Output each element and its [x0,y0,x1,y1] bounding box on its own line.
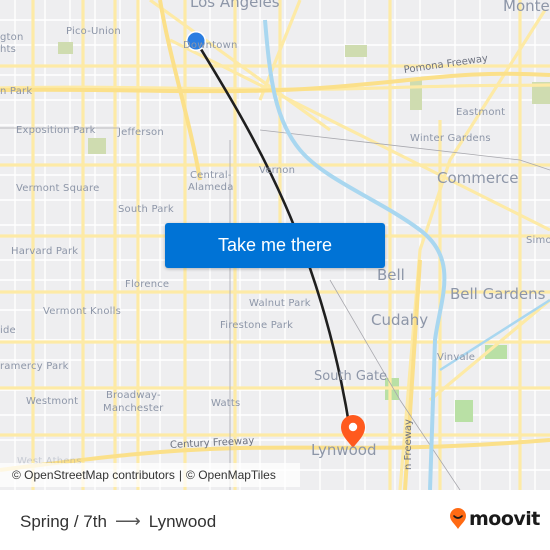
place-label: Eastmont [456,107,506,118]
place-label: Manchester [103,403,164,414]
place-label: Vernon [259,165,296,176]
take-me-there-button[interactable]: Take me there [165,223,385,268]
place-label: Vermont Square [16,183,100,194]
place-label: Exposition Park [16,125,96,136]
place-label: Simo [526,235,550,246]
place-label: Downtown [183,40,238,51]
moovit-wordmark: moovit [469,508,540,530]
place-label: Lynwood [311,441,377,459]
place-label: Watts [211,398,241,409]
map[interactable]: Los Angeles Monte Pico-Union gton hts Do… [0,0,550,490]
attribution-separator: | [178,468,183,482]
place-label: Jefferson [118,127,164,138]
road-label-freeway: n Freeway [403,419,414,470]
place-label: Florence [125,279,170,290]
moovit-logo[interactable]: moovit [449,508,540,530]
place-label: Westmont [26,396,79,407]
place-label: Commerce [437,169,519,187]
place-label: Harvard Park [11,246,79,257]
map-attribution: © OpenStreetMap contributors | © OpenMap… [0,463,300,487]
place-label: South Park [118,204,174,215]
place-label: ide [0,325,16,336]
route-destination: Lynwood [148,511,217,531]
route-summary: Spring / 7th ⟶ Lynwood [20,511,216,532]
place-label: Central- [190,170,232,181]
moovit-pin-icon [450,508,466,529]
place-label: Broadway- [106,390,161,401]
place-label: Bell Gardens [450,285,546,303]
place-label: Alameda [188,182,234,193]
place-label: Cudahy [371,311,429,329]
place-label: Vinvale [437,352,476,363]
place-label: Monte [503,0,550,15]
place-label: South Gate [314,369,388,384]
place-label: gton [0,32,24,43]
place-label: Bell [377,266,405,284]
place-label: n Park [0,86,33,97]
openmaptiles-attribution-link[interactable]: © OpenMapTiles [186,468,276,482]
place-label: Vermont Knolls [43,306,122,317]
place-label: Pico-Union [66,26,121,37]
place-label: hts [0,44,17,55]
place-label: Firestone Park [220,320,294,331]
place-label: Los Angeles [190,0,280,11]
place-label: Walnut Park [249,298,311,309]
place-label: Winter Gardens [410,133,491,144]
place-label: ramercy Park [0,361,69,372]
osm-attribution-link[interactable]: © OpenStreetMap contributors [12,468,175,482]
route-origin: Spring / 7th [20,511,107,531]
arrow-right-icon: ⟶ [114,511,141,531]
